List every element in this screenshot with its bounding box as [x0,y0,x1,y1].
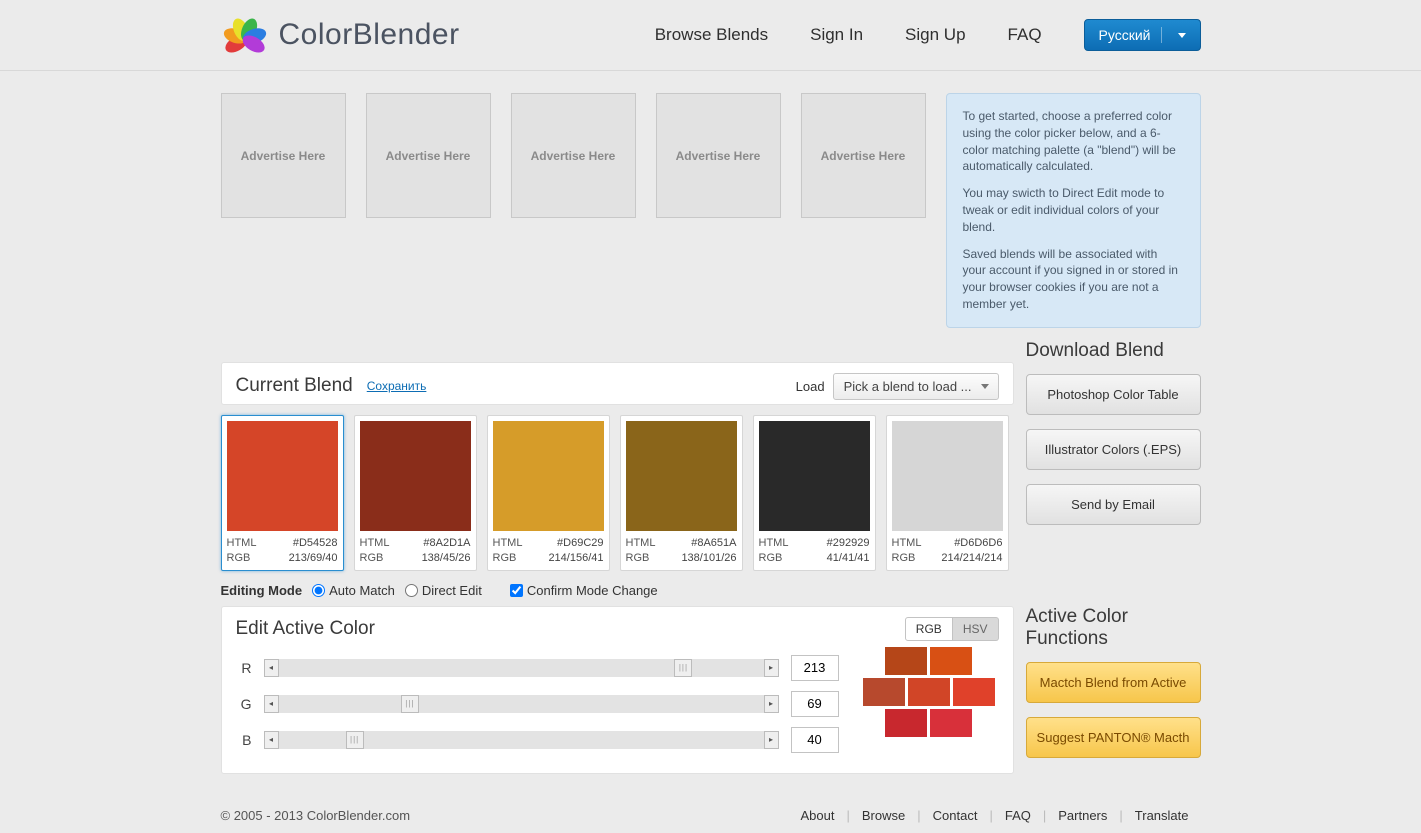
ad-slot[interactable]: Advertise Here [511,93,636,218]
edit-active-color-section: Edit Active Color RGB HSV R ◂ ||| ▸ [221,606,1014,774]
slider-increment[interactable]: ▸ [764,695,779,713]
footer-browse[interactable]: Browse [850,808,917,823]
intro-box: To get started, choose a preferred color… [946,93,1201,328]
nav-browse-blends[interactable]: Browse Blends [655,25,768,45]
edit-active-color-title: Edit Active Color [236,618,375,640]
footer-contact[interactable]: Contact [921,808,990,823]
color-swatch[interactable]: HTML#D6D6D6RGB214/214/214 [886,415,1009,571]
download-blend-title: Download Blend [1026,340,1201,362]
nav-faq[interactable]: FAQ [1008,25,1042,45]
confirm-mode-change-checkbox[interactable]: Confirm Mode Change [510,583,658,598]
save-link[interactable]: Сохранить [367,379,427,393]
active-color-functions-title: Active Color Functions [1026,606,1201,650]
g-slider[interactable]: ◂ ||| ▸ [264,695,779,713]
slider-decrement[interactable]: ◂ [264,659,279,677]
swatch-color [360,421,471,531]
load-blend-select[interactable]: Pick a blend to load ... [833,373,999,400]
variation-swatch[interactable] [885,709,927,737]
variation-swatch[interactable] [930,647,972,675]
slider-thumb[interactable]: ||| [346,731,364,749]
ad-slot[interactable]: Advertise Here [656,93,781,218]
variation-swatch[interactable] [953,678,995,706]
swatch-color [227,421,338,531]
color-swatch[interactable]: HTML#8A2D1ARGB138/45/26 [354,415,477,571]
intro-paragraph: Saved blends will be associated with you… [963,246,1184,313]
send-by-email-button[interactable]: Send by Email [1026,484,1201,525]
slider-increment[interactable]: ▸ [764,659,779,677]
logo[interactable]: ColorBlender [221,11,460,59]
intro-paragraph: You may swicth to Direct Edit mode to tw… [963,185,1184,235]
footer-translate[interactable]: Translate [1123,808,1201,823]
current-blend-section: Current Blend Сохранить Load Pick a blen… [221,362,1014,405]
r-label: R [236,660,252,676]
suggest-pantone-button[interactable]: Suggest PANTON® Macth [1026,717,1201,758]
variation-swatch[interactable] [908,678,950,706]
r-value-input[interactable] [791,655,839,681]
swatch-color [626,421,737,531]
slider-thumb[interactable]: ||| [674,659,692,677]
color-swatch[interactable]: HTML#D69C29RGB214/156/41 [487,415,610,571]
g-label: G [236,696,252,712]
nav-sign-up[interactable]: Sign Up [905,25,965,45]
direct-edit-radio[interactable]: Direct Edit [405,583,482,598]
footer-about[interactable]: About [789,808,847,823]
variation-swatch[interactable] [885,647,927,675]
footer-copyright: © 2005 - 2013 ColorBlender.com [221,808,411,823]
logo-icon [221,11,269,59]
swatch-color [493,421,604,531]
editing-mode-label: Editing Mode [221,583,303,598]
slider-decrement[interactable]: ◂ [264,695,279,713]
variation-swatch[interactable] [863,678,905,706]
footer-partners[interactable]: Partners [1046,808,1119,823]
color-swatch[interactable]: HTML#292929RGB41/41/41 [753,415,876,571]
b-label: B [236,732,252,748]
download-photoshop-button[interactable]: Photoshop Color Table [1026,374,1201,415]
rgb-tab[interactable]: RGB [905,617,953,641]
swatch-color [759,421,870,531]
nav-sign-in[interactable]: Sign In [810,25,863,45]
slider-increment[interactable]: ▸ [764,731,779,749]
variation-swatch[interactable] [930,709,972,737]
load-label: Load [796,379,825,394]
ad-slot[interactable]: Advertise Here [801,93,926,218]
auto-match-radio[interactable]: Auto Match [312,583,395,598]
b-slider[interactable]: ◂ ||| ▸ [264,731,779,749]
footer-faq[interactable]: FAQ [993,808,1043,823]
ad-slot[interactable]: Advertise Here [221,93,346,218]
intro-paragraph: To get started, choose a preferred color… [963,108,1184,175]
swatch-color [892,421,1003,531]
b-value-input[interactable] [791,727,839,753]
ad-slot[interactable]: Advertise Here [366,93,491,218]
color-variations [859,647,999,763]
color-swatch[interactable]: HTML#8A651ARGB138/101/26 [620,415,743,571]
chevron-down-icon [1178,33,1186,38]
brand-text: ColorBlender [279,18,460,52]
language-label: Русский [1099,27,1151,43]
match-blend-button[interactable]: Mactch Blend from Active [1026,662,1201,703]
hsv-tab[interactable]: HSV [953,617,999,641]
color-swatch[interactable]: HTML#D54528RGB213/69/40 [221,415,344,571]
slider-thumb[interactable]: ||| [401,695,419,713]
g-value-input[interactable] [791,691,839,717]
download-illustrator-button[interactable]: Illustrator Colors (.EPS) [1026,429,1201,470]
current-blend-title: Current Blend [236,375,353,397]
slider-decrement[interactable]: ◂ [264,731,279,749]
language-dropdown[interactable]: Русский [1084,19,1201,51]
r-slider[interactable]: ◂ ||| ▸ [264,659,779,677]
